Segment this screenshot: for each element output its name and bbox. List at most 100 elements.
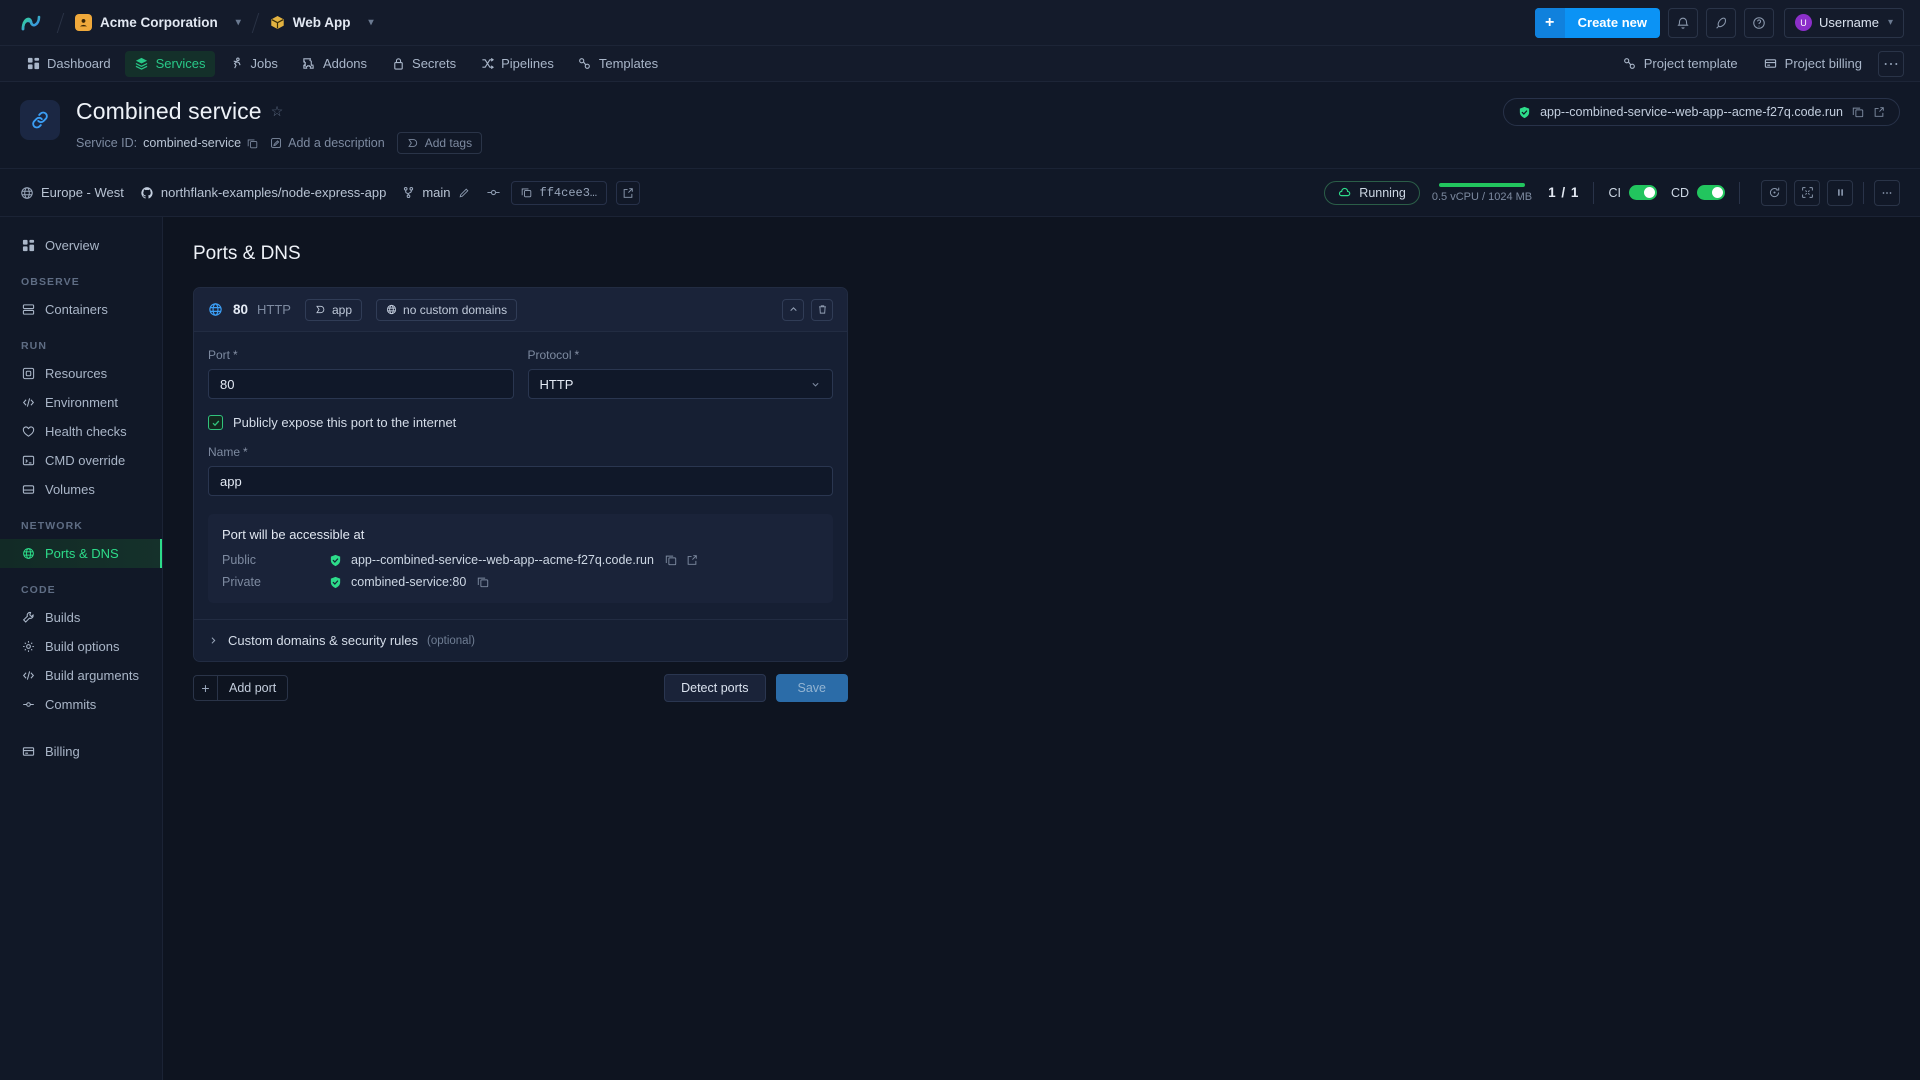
sidebar-item-health-checks[interactable]: Health checks (0, 417, 162, 446)
tab-dashboard[interactable]: Dashboard (16, 51, 121, 77)
user-menu[interactable]: U Username ▾ (1784, 7, 1904, 38)
star-outline-icon[interactable]: ☆ (271, 103, 284, 120)
name-field-label: Name * (208, 445, 833, 459)
more-button[interactable] (1874, 179, 1900, 206)
port-input[interactable]: 80 (208, 369, 514, 399)
sidebar-item-volumes[interactable]: Volumes (0, 475, 162, 504)
sidebar-item-billing[interactable]: Billing (0, 737, 162, 766)
port-card-body: Port * 80 Protocol * HTTP Publicly expos… (194, 332, 847, 661)
service-url-pill[interactable]: app--combined-service--web-app--acme-f27… (1503, 98, 1900, 126)
shield-check-icon (329, 554, 342, 567)
branch-info[interactable]: main (402, 185, 469, 200)
sidebar-item-label: Resources (45, 366, 108, 381)
breadcrumb-org[interactable]: Acme Corporation ▾ (75, 14, 241, 31)
scale-button[interactable] (1794, 179, 1820, 206)
pencil-edit-icon[interactable] (458, 187, 470, 199)
pause-button[interactable] (1827, 179, 1853, 206)
protocol-field-label: Protocol * (528, 348, 834, 362)
tab-services[interactable]: Services (124, 50, 216, 77)
restart-button[interactable] (1761, 179, 1787, 206)
project-billing-button[interactable]: Project billing (1754, 51, 1872, 77)
wrench-icon (21, 611, 35, 625)
add-port-button[interactable]: + Add port (193, 675, 289, 701)
tab-jobs[interactable]: Jobs (219, 51, 287, 77)
tab-secrets[interactable]: Secrets (381, 51, 466, 77)
sidebar-item-environment[interactable]: Environment (0, 388, 162, 417)
sidebar-item-commits[interactable]: Commits (0, 690, 162, 719)
external-link-icon[interactable] (616, 180, 641, 205)
org-avatar-icon (75, 14, 92, 31)
publicly-expose-checkbox[interactable] (208, 415, 223, 430)
bell-icon[interactable] (1668, 7, 1698, 38)
help-circle-icon[interactable] (1744, 7, 1774, 38)
sidebar-item-label: Build options (45, 639, 120, 654)
chevron-down-icon[interactable]: ▾ (369, 17, 374, 28)
resource-text: 0.5 vCPU / 1024 MB (1431, 190, 1533, 203)
name-input-value: app (220, 473, 242, 489)
copy-icon[interactable] (477, 576, 489, 588)
sidebar-item-ports-dns[interactable]: Ports & DNS (0, 539, 162, 568)
org-name: Acme Corporation (100, 15, 218, 30)
repo-info[interactable]: northflank-examples/node-express-app (140, 185, 386, 200)
sidebar-item-resources[interactable]: Resources (0, 359, 162, 388)
port-name-chip[interactable]: app (304, 298, 363, 321)
add-port-label: Add port (229, 681, 277, 695)
app-root: Acme Corporation ▾ Web App ▾ + Create ne… (0, 0, 1920, 1080)
sidebar-item-build-arguments[interactable]: Build arguments (0, 661, 162, 690)
tab-pipelines[interactable]: Pipelines (470, 51, 564, 77)
tab-addons[interactable]: Addons (292, 51, 377, 77)
ci-toggle-row[interactable]: CI (1608, 185, 1657, 200)
sidebar-item-builds[interactable]: Builds (0, 603, 162, 632)
project-name: Web App (292, 15, 351, 30)
external-link-icon[interactable] (686, 554, 698, 566)
cd-toggle[interactable] (1697, 185, 1725, 200)
collapse-port-button[interactable] (782, 298, 804, 321)
chevron-down-icon[interactable]: ▾ (236, 17, 241, 28)
save-button[interactable]: Save (775, 674, 848, 702)
name-input[interactable]: app (208, 466, 833, 496)
add-tags-label: Add tags (424, 136, 473, 150)
port-footer: + Add port Detect ports Save (193, 674, 848, 702)
more-icon[interactable]: ⋯ (1878, 50, 1904, 77)
ci-toggle[interactable] (1628, 185, 1657, 200)
commit-hash-chip[interactable]: ff4cee3… (510, 180, 608, 205)
port-label-text: Port (208, 348, 231, 362)
custom-domains-chip[interactable]: no custom domains (376, 298, 518, 321)
copy-icon[interactable] (247, 138, 258, 149)
add-tags-button[interactable]: Add tags (396, 132, 483, 154)
detect-ports-button[interactable]: Detect ports (664, 674, 766, 702)
instance-count: 1 / 1 (1548, 185, 1580, 200)
cd-toggle-row[interactable]: CD (1671, 185, 1725, 200)
cd-label: CD (1670, 185, 1689, 200)
globe-icon (386, 304, 397, 315)
sidebar-item-overview[interactable]: Overview (0, 231, 162, 260)
sidebar-item-build-options[interactable]: Build options (0, 632, 162, 661)
sidebar-item-cmd-override[interactable]: CMD override (0, 446, 162, 475)
breadcrumb-project[interactable]: Web App ▾ (270, 15, 374, 30)
protocol-field-group: Protocol * HTTP (527, 348, 834, 399)
plus-icon: + (194, 676, 218, 700)
protocol-select[interactable]: HTTP (527, 369, 833, 399)
required-marker: * (243, 445, 248, 459)
custom-domains-toggle-row[interactable]: Custom domains & security rules (optiona… (194, 619, 847, 661)
create-new-button[interactable]: + Create new (1534, 7, 1660, 38)
required-marker: * (233, 348, 238, 362)
sidebar-item-label: CMD override (45, 453, 126, 468)
tab-templates[interactable]: Templates (568, 51, 668, 77)
publicly-expose-checkbox-row[interactable]: Publicly expose this port to the interne… (208, 415, 833, 430)
copy-icon (521, 187, 532, 198)
page-title: Combined service (76, 98, 262, 124)
external-link-icon[interactable] (1873, 106, 1885, 118)
heart-icon (21, 425, 35, 439)
code-icon (21, 396, 35, 410)
copy-icon[interactable] (665, 554, 677, 566)
sidebar-item-containers[interactable]: Containers (0, 295, 162, 324)
rocket-icon[interactable] (1706, 7, 1736, 38)
copy-icon[interactable] (1852, 106, 1864, 118)
containers-icon (21, 303, 35, 317)
northflank-logo-icon[interactable] (16, 8, 46, 38)
project-template-button[interactable]: Project template (1613, 51, 1748, 77)
delete-port-button[interactable] (811, 298, 833, 321)
breadcrumb-divider-2 (251, 12, 260, 33)
add-description-button[interactable]: Add a description (270, 136, 385, 150)
